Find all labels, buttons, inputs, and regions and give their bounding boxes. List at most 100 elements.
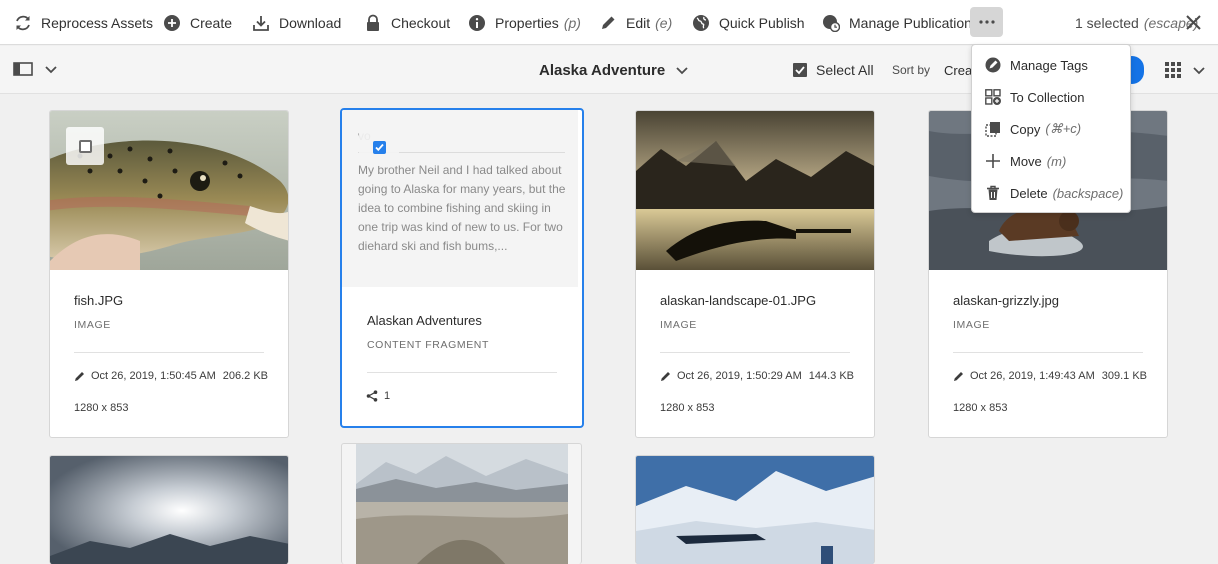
manage-publication-button[interactable]: Manage Publication [822, 0, 972, 45]
asset-card[interactable] [635, 455, 875, 564]
asset-card[interactable]: alaskan-landscape-01.JPG IMAGE Oct 26, 2… [635, 110, 875, 438]
pencil-icon [602, 16, 615, 29]
asset-modified-date: Oct 26, 2019, 1:50:45 AM [91, 370, 216, 382]
more-icon [978, 20, 995, 24]
menu-item-label: To Collection [1010, 89, 1085, 105]
fragment-preview-text: My brother Neil and I had talked about g… [358, 163, 566, 253]
asset-thumbnail [50, 456, 288, 564]
asset-thumbnail [356, 444, 568, 564]
create-label: Create [190, 14, 233, 31]
sort-by-control[interactable]: Sort by Creat [892, 46, 976, 94]
asset-type: IMAGE [74, 319, 111, 331]
lock-icon [367, 14, 379, 31]
edit-shortcut: (e) [655, 14, 673, 31]
pencil-icon [75, 371, 84, 381]
asset-title: alaskan-landscape-01.JPG [660, 293, 817, 308]
add-circle-icon [164, 14, 180, 31]
collection-add-icon [985, 89, 1001, 105]
properties-label: Properties [495, 14, 559, 31]
asset-thumbnail [636, 456, 874, 564]
menu-item-delete[interactable]: Delete (backspace) [972, 177, 1130, 209]
share-icon [366, 390, 378, 402]
reference-count-value: 1 [384, 390, 391, 402]
folder-title[interactable]: Alaska Adventure [539, 46, 689, 94]
asset-size: 144.3 KB [808, 370, 855, 382]
globe-clock-icon [823, 14, 840, 32]
action-bar: Reprocess Assets Create Download Checkou… [0, 0, 1218, 45]
tag-icon [985, 57, 1001, 73]
download-button[interactable]: Download [252, 0, 341, 45]
asset-type: IMAGE [953, 319, 990, 331]
asset-type: IMAGE [660, 319, 697, 331]
asset-card[interactable] [49, 455, 289, 564]
reprocess-label: Reprocess Assets [41, 14, 154, 31]
edit-label: Edit [626, 14, 651, 31]
asset-dimensions: 1280 x 853 [953, 402, 1008, 414]
card-divider [367, 372, 557, 373]
menu-item-manage-tags[interactable]: Manage Tags [972, 49, 1130, 81]
checkout-label: Checkout [391, 14, 451, 31]
menu-item-label: Move [1010, 153, 1042, 169]
quick-publish-label: Quick Publish [719, 14, 805, 31]
card-divider [953, 352, 1143, 353]
chevron-down-icon [1193, 67, 1205, 75]
move-icon [986, 154, 1000, 168]
asset-title: fish.JPG [74, 293, 124, 308]
asset-type: CONTENT FRAGMENT [367, 339, 489, 351]
selected-count: 1 selected [1075, 14, 1139, 31]
asset-dimensions: 1280 x 853 [74, 402, 129, 414]
properties-shortcut: (p) [563, 14, 581, 31]
view-switcher[interactable] [1164, 61, 1206, 79]
properties-button[interactable]: Properties (p) [468, 0, 581, 45]
menu-item-shortcut: (m) [1046, 153, 1067, 169]
sidebar-icon [13, 62, 33, 76]
globe-icon [693, 14, 709, 31]
asset-modified: Oct 26, 2019, 1:50:29 AM 144.3 KB [660, 370, 854, 382]
menu-item-shortcut: (⌘+c) [1045, 121, 1082, 136]
asset-title: alaskan-grizzly.jpg [953, 293, 1059, 308]
pencil-icon [661, 371, 670, 381]
menu-item-shortcut: (backspace) [1052, 185, 1124, 201]
asset-dimensions: 1280 x 853 [660, 402, 715, 414]
asset-card[interactable]: fish.JPG IMAGE Oct 26, 2019, 1:50:45 AM … [49, 110, 289, 438]
quick-publish-button[interactable]: Quick Publish [692, 0, 805, 45]
select-all-icon [793, 63, 807, 77]
grid-view-icon [1165, 62, 1181, 78]
asset-select-checkbox[interactable] [359, 128, 399, 166]
more-actions-menu: Manage Tags To Collection Copy (⌘+c) Mov… [971, 44, 1131, 213]
sort-by-label: Sort by [892, 63, 931, 77]
asset-select-checkbox[interactable] [66, 127, 104, 165]
info-icon [469, 14, 485, 31]
rail-toggle-button[interactable] [13, 61, 59, 77]
download-label: Download [279, 14, 342, 31]
menu-item-copy[interactable]: Copy (⌘+c) [972, 113, 1130, 145]
download-icon [253, 15, 269, 31]
chevron-down-icon [45, 66, 57, 74]
asset-size: 309.1 KB [1101, 370, 1148, 382]
content-fragment-card[interactable]: vo My brother Neil and I had talked abou… [340, 108, 584, 428]
checkmark-icon [374, 143, 384, 151]
menu-item-to-collection[interactable]: To Collection [972, 81, 1130, 113]
asset-title: Alaskan Adventures [367, 313, 482, 328]
checkout-button[interactable]: Checkout [364, 0, 450, 45]
close-icon[interactable] [1184, 13, 1203, 32]
create-button[interactable]: Create [163, 0, 232, 45]
chevron-down-icon [676, 67, 688, 75]
more-actions-button[interactable] [970, 7, 1003, 37]
folder-title-label: Alaska Adventure [539, 61, 666, 79]
delete-icon [987, 185, 999, 200]
edit-button[interactable]: Edit (e) [599, 0, 672, 45]
asset-modified: Oct 26, 2019, 1:49:43 AM 309.1 KB [953, 370, 1147, 382]
menu-item-move[interactable]: Move (m) [972, 145, 1130, 177]
asset-modified: Oct 26, 2019, 1:50:45 AM 206.2 KB [74, 370, 268, 382]
card-divider [74, 352, 264, 353]
asset-size: 206.2 KB [222, 370, 269, 382]
card-divider [660, 352, 850, 353]
select-all-button[interactable]: Select All [792, 46, 874, 94]
menu-item-label: Delete [1010, 185, 1048, 201]
pencil-icon [954, 371, 963, 381]
manage-publication-label: Manage Publication [849, 14, 972, 31]
menu-item-label: Manage Tags [1010, 57, 1088, 73]
asset-card[interactable] [341, 443, 582, 564]
reprocess-assets-button[interactable]: Reprocess Assets [14, 0, 153, 45]
